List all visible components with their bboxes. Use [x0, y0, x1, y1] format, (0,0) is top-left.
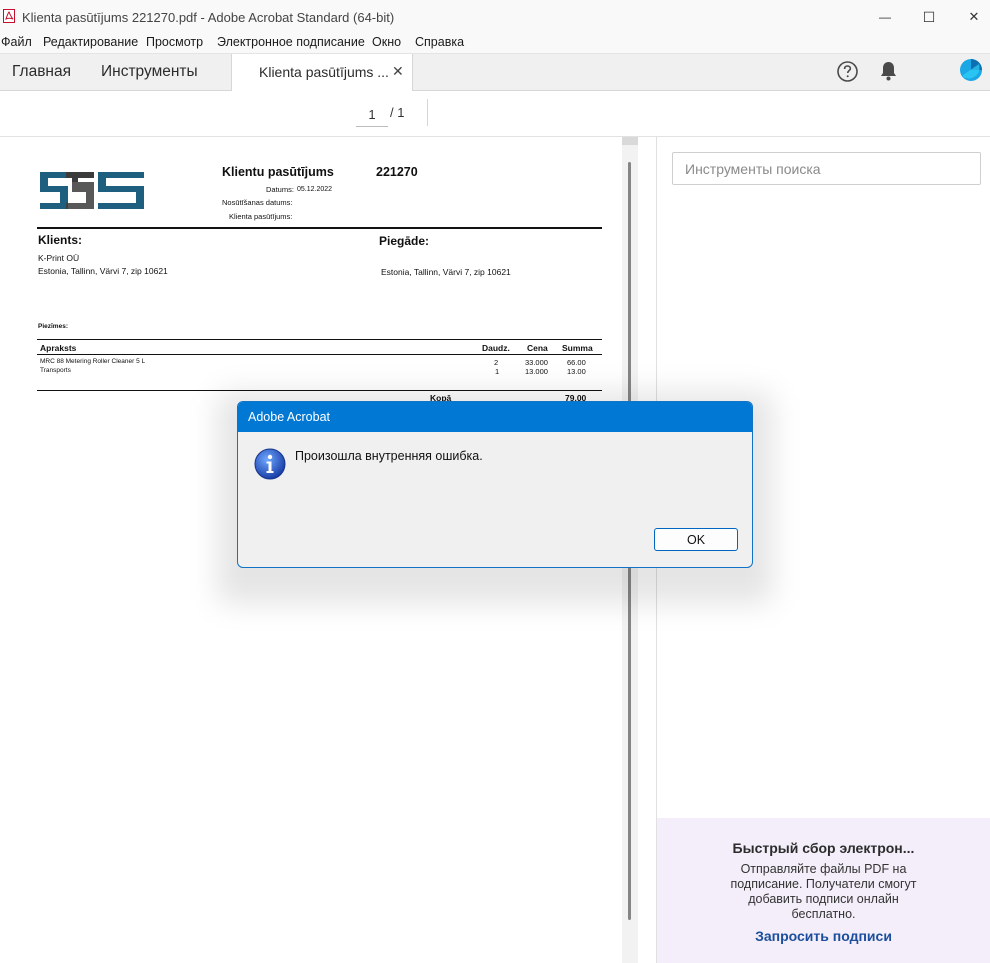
menu-file[interactable]: Файл — [1, 35, 32, 49]
column-price: Cena — [527, 343, 548, 353]
row-description: Transports — [40, 367, 71, 374]
page-number-input[interactable] — [356, 102, 388, 127]
delivery-address: Estonia, Tallinn, Värvi 7, zip 10621 — [381, 267, 511, 277]
row-price: 33.000 — [525, 358, 548, 367]
avatar[interactable] — [959, 58, 983, 82]
minimize-icon: — — [879, 10, 891, 24]
menu-edit[interactable]: Редактирование — [43, 35, 138, 49]
document-tab-label: Klienta pasūtījums ... — [259, 64, 389, 80]
close-window-button[interactable]: ✕ — [962, 8, 986, 26]
tab-document[interactable]: Klienta pasūtījums ... ✕ — [231, 54, 413, 91]
notes-label: Piezīmes: — [38, 323, 68, 330]
dialog-title: Adobe Acrobat — [248, 410, 331, 424]
column-qty: Daudz. — [482, 343, 510, 353]
promo-title: Быстрый сбор электрон... — [732, 840, 915, 856]
ship-date-label: Nosūtīšanas datums: — [222, 198, 293, 207]
delivery-heading: Piegāde: — [379, 234, 430, 248]
client-heading: Klients: — [38, 233, 83, 247]
company-logo — [40, 172, 144, 209]
row-sum: 66.00 — [567, 358, 586, 367]
table-bottom-rule — [37, 390, 602, 391]
maximize-button[interactable]: ☐ — [917, 8, 941, 26]
info-icon — [254, 448, 286, 480]
menu-help[interactable]: Справка — [415, 35, 464, 49]
row-qty: 1 — [495, 367, 500, 376]
date-label: Datums: — [266, 185, 294, 194]
dialog-message: Произошла внутренняя ошибка. — [295, 449, 483, 463]
close-icon: ✕ — [968, 9, 980, 24]
menu-e-sign[interactable]: Электронное подписание — [217, 35, 365, 49]
date-value: 05.12.2022 — [297, 186, 333, 193]
tab-tools[interactable]: Инструменты — [101, 63, 198, 81]
request-signatures-link[interactable]: Запросить подписи — [657, 928, 990, 944]
client-order-label: Klienta pasūtījums: — [229, 212, 293, 221]
dialog-title-bar[interactable]: Adobe Acrobat — [238, 402, 752, 432]
toolbar-divider — [427, 99, 428, 126]
ok-button[interactable]: OK — [654, 528, 738, 551]
title-bar: Klienta pasūtījums 221270.pdf - Adobe Ac… — [0, 0, 990, 34]
help-icon[interactable] — [836, 60, 859, 83]
menu-bar: Файл Редактирование Просмотр Электронное… — [0, 34, 990, 54]
column-sum: Summa — [562, 343, 593, 353]
maximize-icon: ☐ — [922, 9, 936, 25]
page-total: / 1 — [390, 105, 405, 120]
page-navigation-bar: / 1 — [0, 91, 990, 137]
acrobat-app-icon — [3, 9, 15, 23]
row-qty: 2 — [494, 358, 499, 367]
menu-window[interactable]: Окно — [372, 35, 401, 49]
row-price: 13.000 — [525, 367, 548, 376]
minimize-button[interactable]: — — [873, 8, 897, 26]
bell-icon[interactable] — [879, 60, 898, 82]
tab-bar: Главная Инструменты Klienta pasūtījums .… — [0, 54, 990, 91]
invoice-number: 221270 — [376, 165, 418, 179]
search-tools-input[interactable] — [672, 152, 981, 185]
error-dialog: Adobe Acrobat Произошла внутренняя ошибк… — [237, 401, 753, 568]
client-address: Estonia, Tallinn, Värvi 7, zip 10621 — [38, 266, 168, 276]
window-title: Klienta pasūtījums 221270.pdf - Adobe Ac… — [22, 10, 395, 25]
menu-view[interactable]: Просмотр — [146, 35, 203, 49]
e-sign-promo: Быстрый сбор электрон... Отправляйте фай… — [657, 818, 990, 963]
tab-home[interactable]: Главная — [12, 63, 71, 81]
table-header-rule — [37, 354, 602, 355]
column-description: Apraksts — [40, 343, 77, 353]
row-description: MRC 88 Metering Roller Cleaner 5 L — [40, 358, 146, 365]
row-sum: 13.00 — [567, 367, 586, 376]
promo-text: Отправляйте файлы PDF на подписание. Пол… — [730, 862, 917, 921]
close-tab-icon[interactable]: ✕ — [392, 63, 404, 80]
client-name: K-Print OÜ — [38, 253, 80, 263]
table-top-rule — [37, 339, 602, 340]
invoice-title: Klientu pasūtījums — [222, 165, 334, 179]
scrollbar-top-cap — [622, 137, 638, 145]
header-rule — [37, 227, 602, 229]
